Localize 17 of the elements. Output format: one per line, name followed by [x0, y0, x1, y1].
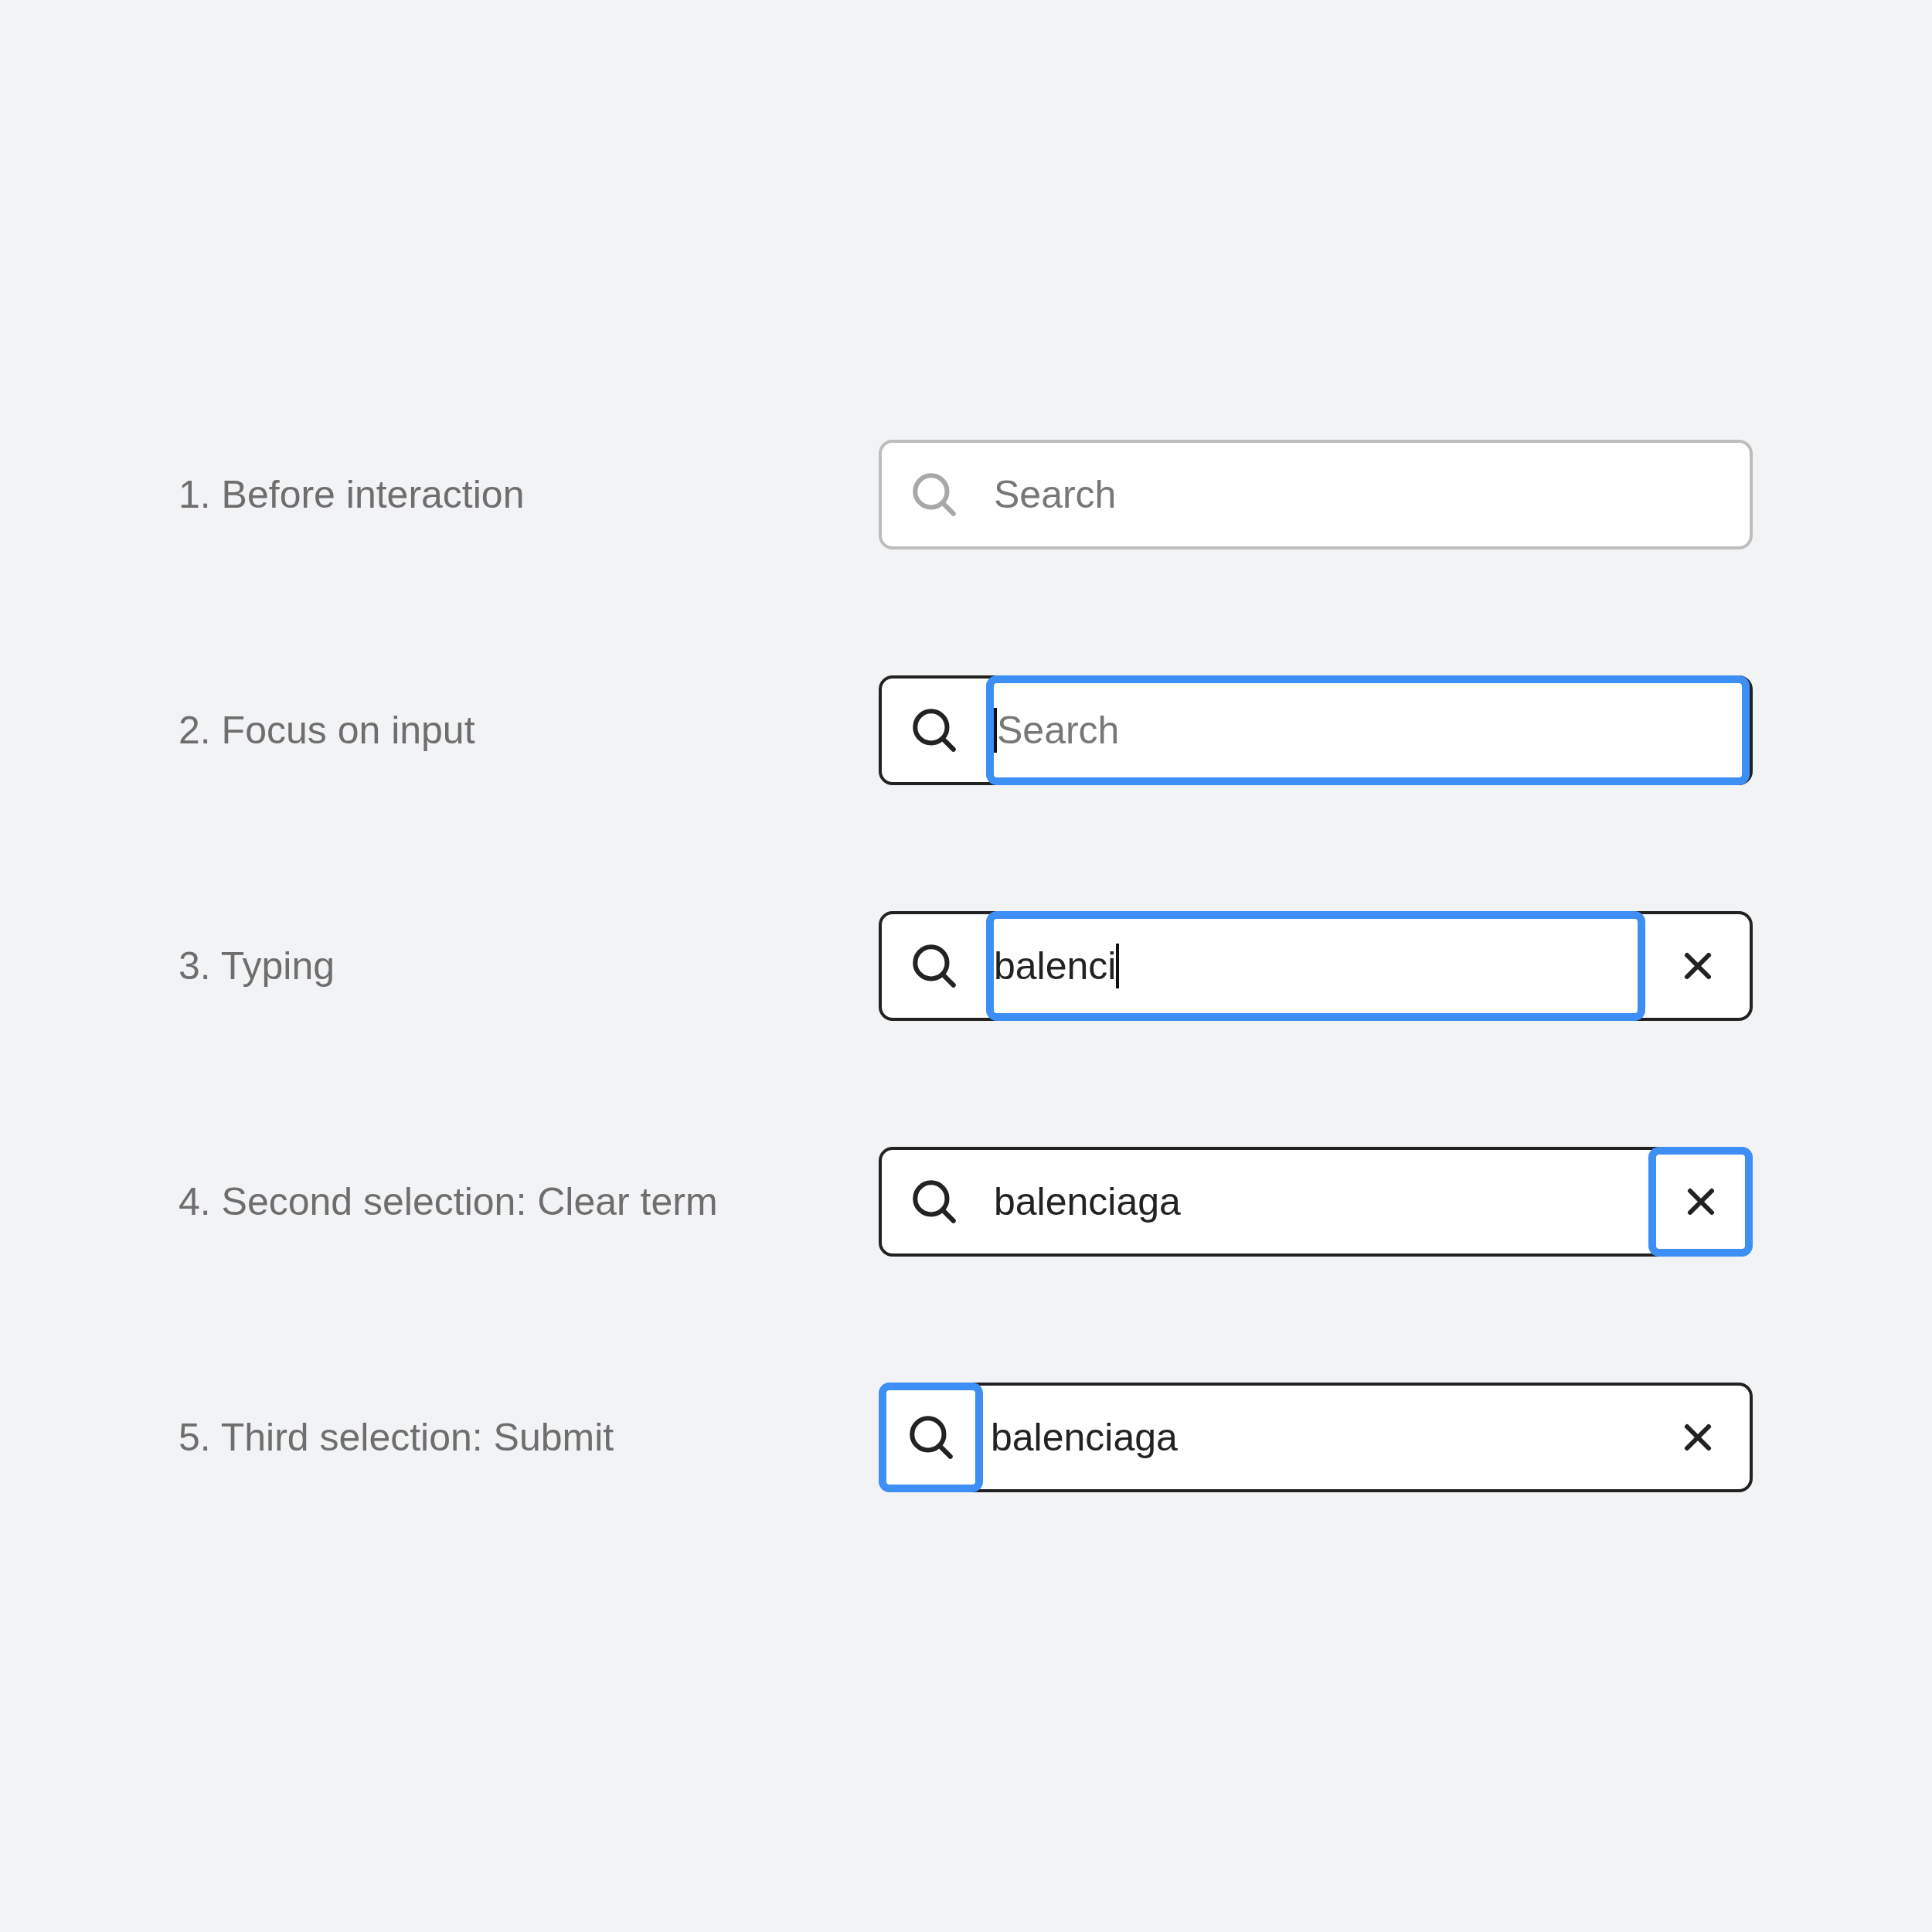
- step-label: 1. Before interaction: [179, 472, 526, 517]
- step-label: 4. Second selection: Clear term: [179, 1179, 719, 1224]
- step-label: 2. Focus on input: [179, 708, 476, 753]
- search-input[interactable]: balenci: [986, 911, 1645, 1021]
- search-field[interactable]: Search: [879, 440, 1753, 549]
- search-input[interactable]: balenciaga: [986, 1150, 1648, 1253]
- text-cursor: [994, 708, 997, 753]
- search-field[interactable]: balenciaga: [879, 1383, 1753, 1492]
- step-label: 5. Third selection: Submit: [179, 1415, 615, 1460]
- clear-button[interactable]: [1648, 1147, 1753, 1257]
- search-button[interactable]: [879, 1383, 983, 1492]
- text-cursor: [1116, 944, 1120, 988]
- search-field[interactable]: balenciaga: [879, 1147, 1753, 1257]
- search-input[interactable]: balenciaga: [983, 1386, 1645, 1489]
- search-field[interactable]: balenci: [879, 911, 1753, 1021]
- step-label: 3. Typing: [179, 944, 335, 988]
- search-input[interactable]: Search: [986, 443, 1750, 546]
